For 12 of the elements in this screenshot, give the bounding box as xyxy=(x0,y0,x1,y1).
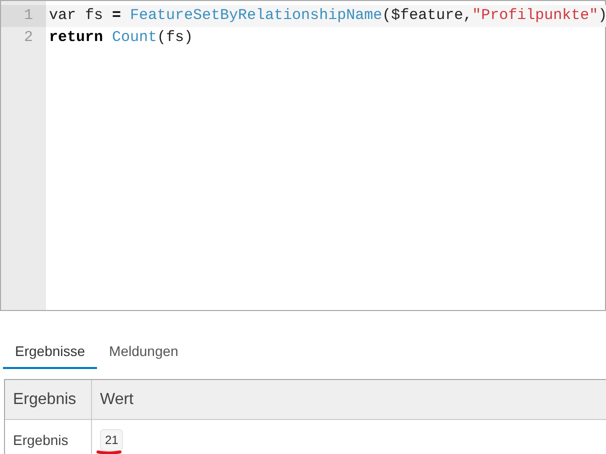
tab[interactable]: Ergebnisse xyxy=(3,336,98,369)
code-line: var fs = FeatureSetByRelationshipName($feature,"Profilpunkte") xyxy=(49,6,606,26)
table-cell: Ergebnis xyxy=(5,420,92,454)
line-number: 1 xyxy=(24,6,33,26)
column-header: Wert xyxy=(99,390,134,410)
value-chip: 21 xyxy=(100,429,124,451)
underline-annotation xyxy=(96,449,122,454)
code-line: return Count(fs) xyxy=(49,28,194,48)
line-number: 2 xyxy=(24,28,33,48)
tab[interactable]: Meldungen xyxy=(97,336,190,369)
column-header: Ergebnis xyxy=(5,380,92,419)
code-editor[interactable]: 1 2 var fs = FeatureSetByRelationshipName($feature,"Profilpunkte") return Count(fs) xyxy=(0,0,606,311)
